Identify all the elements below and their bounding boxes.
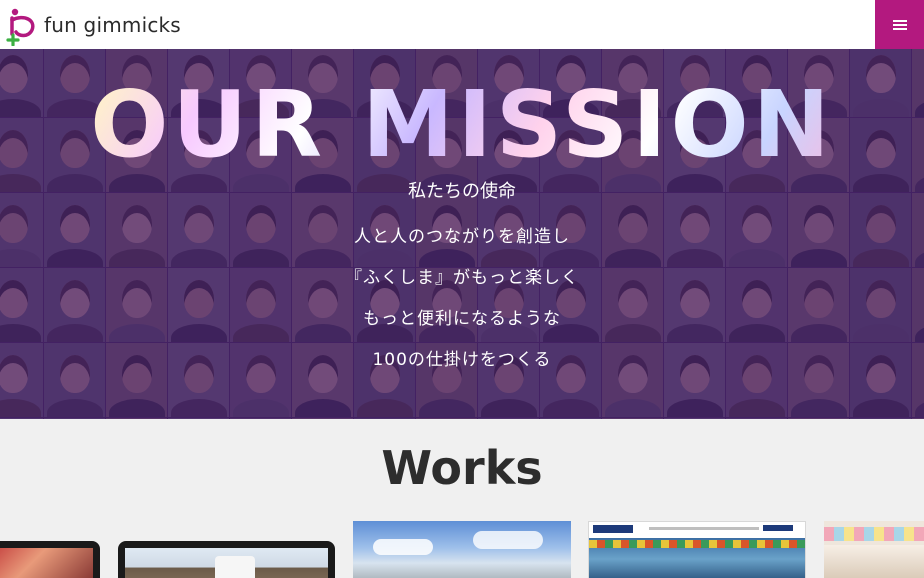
site-header: fun gimmicks: [0, 0, 924, 49]
logo[interactable]: fun gimmicks: [6, 0, 181, 49]
fun-gimmicks-logo-icon: [6, 4, 40, 47]
mission-line: 『ふくしま』がもっと楽しく: [345, 268, 579, 288]
mission-line: 100の仕掛けをつくる: [372, 350, 552, 370]
mission-line: もっと便利になるような: [363, 309, 561, 329]
mission-statement: 人と人のつながりを創造し 『ふくしま』がもっと楽しく もっと便利になるような 1…: [0, 225, 924, 389]
works-title: Works: [381, 441, 543, 495]
logo-text: fun gimmicks: [44, 12, 181, 37]
mission-title: OUR MISSION: [0, 79, 924, 171]
work-thumbnail[interactable]: [118, 541, 335, 578]
work-thumbnail[interactable]: [353, 521, 571, 578]
menu-button[interactable]: [875, 0, 924, 49]
mission-subtitle: 私たちの使命: [408, 181, 516, 202]
work-thumbnail[interactable]: [0, 541, 100, 578]
mission-hero: OUR MISSION 私たちの使命 人と人のつながりを創造し 『ふくしま』がも…: [0, 49, 924, 419]
work-thumbnail[interactable]: [588, 521, 806, 578]
work-thumbnail[interactable]: [824, 521, 924, 578]
hamburger-icon: [892, 19, 907, 30]
works-section: Works: [0, 419, 924, 578]
mission-line: 人と人のつながりを創造し: [354, 227, 570, 247]
